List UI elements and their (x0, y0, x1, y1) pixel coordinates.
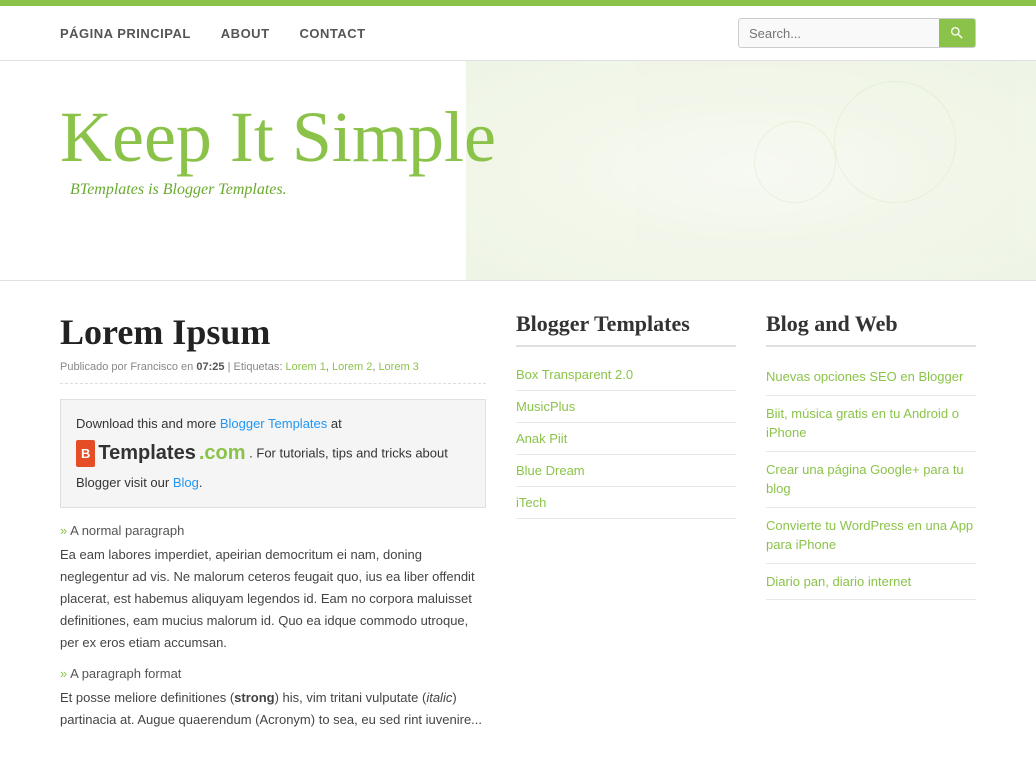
sidebar1-item-1[interactable]: MusicPlus (516, 399, 575, 414)
blogger-templates-link[interactable]: Blogger Templates (220, 416, 327, 431)
list-item: iTech (516, 487, 736, 519)
sidebar2-item-1[interactable]: Biit, música gratis en tu Android o iPho… (766, 406, 959, 441)
post-blog-link[interactable]: Blog (173, 475, 199, 490)
sidebar2-item-3[interactable]: Convierte tu WordPress en una App para i… (766, 518, 973, 553)
acronym-text: Acronym (259, 712, 310, 727)
post-published-by: Publicado por Francisco en (60, 361, 193, 373)
list-item: Anak Piit (516, 423, 736, 455)
post-time: 07:25 (196, 361, 224, 373)
post-tag-2[interactable]: Lorem 2 (332, 361, 372, 373)
sidebar1-item-4[interactable]: iTech (516, 495, 546, 510)
paragraph1-title: A normal paragraph (60, 523, 486, 538)
post-download-box: Download this and more Blogger Templates… (60, 399, 486, 508)
search-icon (949, 25, 965, 41)
sidebar2-item-2[interactable]: Crear una página Google+ para tu blog (766, 462, 964, 497)
italic-text: italic (426, 690, 452, 705)
search-input[interactable] (739, 20, 939, 47)
paragraph1-body: Ea eam labores imperdiet, apeirian democ… (60, 544, 486, 654)
post-at: at (331, 416, 342, 431)
post-meta: Publicado por Francisco en 07:25 | Etiqu… (60, 361, 486, 384)
search-button[interactable] (939, 19, 975, 47)
list-item: Crear una página Google+ para tu blog (766, 452, 976, 508)
content-area: Lorem Ipsum Publicado por Francisco en 0… (60, 311, 486, 743)
header-area: Keep It Simple BTemplates is Blogger Tem… (0, 61, 1036, 281)
bt-icon: B (76, 440, 95, 467)
sidebar-section-1: Blogger Templates Box Transparent 2.0 Mu… (516, 311, 736, 519)
sidebar1-title: Blogger Templates (516, 311, 736, 347)
btemplates-logo: B Templates .com (76, 435, 246, 471)
post-tag-3[interactable]: Lorem 3 (378, 361, 418, 373)
navigation: PÁGINA PRINCIPAL ABOUT CONTACT (0, 6, 1036, 61)
list-item: Diario pan, diario internet (766, 564, 976, 601)
nav-about[interactable]: ABOUT (221, 26, 270, 41)
paragraph2-body: Et posse meliore definitiones (strong) h… (60, 687, 486, 731)
post-etiquetas-label: | Etiquetas: (228, 361, 283, 373)
search-box (738, 18, 976, 48)
main-container: Lorem Ipsum Publicado por Francisco en 0… (0, 281, 1036, 773)
sidebar-blog-and-web: Blog and Web Nuevas opciones SEO en Blog… (766, 311, 976, 743)
sidebar2-list: Nuevas opciones SEO en Blogger Biit, mús… (766, 359, 976, 600)
sidebar1-item-3[interactable]: Blue Dream (516, 463, 585, 478)
sidebar2-item-0[interactable]: Nuevas opciones SEO en Blogger (766, 369, 963, 384)
bt-com: .com (199, 435, 246, 471)
sidebar1-item-2[interactable]: Anak Piit (516, 431, 567, 446)
bt-text: Templates (98, 435, 195, 471)
sidebar2-item-4[interactable]: Diario pan, diario internet (766, 574, 911, 589)
sidebar1-item-0[interactable]: Box Transparent 2.0 (516, 367, 633, 382)
post-title: Lorem Ipsum (60, 311, 486, 353)
paragraph2-title: A paragraph format (60, 666, 486, 681)
sidebar-blogger-templates: Blogger Templates Box Transparent 2.0 Mu… (516, 311, 736, 743)
nav-pagina-principal[interactable]: PÁGINA PRINCIPAL (60, 26, 191, 41)
list-item: MusicPlus (516, 391, 736, 423)
nav-links: PÁGINA PRINCIPAL ABOUT CONTACT (60, 26, 738, 41)
sidebar2-title: Blog and Web (766, 311, 976, 347)
sidebar1-list: Box Transparent 2.0 MusicPlus Anak Piit … (516, 359, 736, 519)
post-tag-1[interactable]: Lorem 1 (285, 361, 325, 373)
list-item: Biit, música gratis en tu Android o iPho… (766, 396, 976, 452)
list-item: Convierte tu WordPress en una App para i… (766, 508, 976, 564)
sidebar-section-2: Blog and Web Nuevas opciones SEO en Blog… (766, 311, 976, 600)
list-item: Blue Dream (516, 455, 736, 487)
list-item: Box Transparent 2.0 (516, 359, 736, 391)
post-download-text: Download this and more (76, 416, 216, 431)
site-title: Keep It Simple (60, 101, 976, 173)
site-subtitle: BTemplates is Blogger Templates. (70, 181, 976, 199)
strong-text: strong (234, 690, 274, 705)
nav-contact[interactable]: CONTACT (300, 26, 366, 41)
list-item: Nuevas opciones SEO en Blogger (766, 359, 976, 396)
